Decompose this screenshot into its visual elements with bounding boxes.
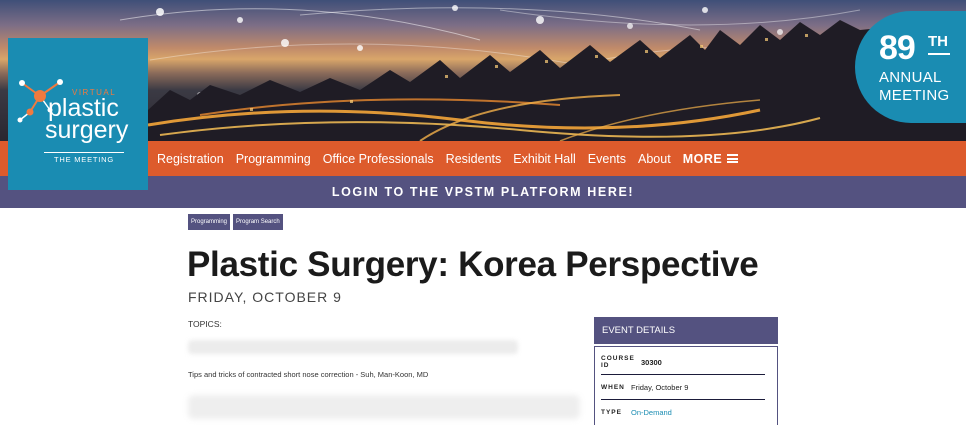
badge-divider (928, 53, 950, 55)
nav-item-about[interactable]: About (638, 152, 671, 166)
more-label: MORE (682, 151, 723, 166)
badge-suffix: TH (928, 33, 948, 50)
badge-number: 89 (879, 29, 916, 67)
nav-item-events[interactable]: Events (588, 152, 626, 166)
when-row: WHEN Friday, October 9 (601, 375, 765, 400)
type-link[interactable]: On-Demand (631, 408, 672, 417)
event-details-panel: COURSE ID 30300 WHEN Friday, October 9 T… (594, 346, 778, 425)
main-nav: Registration Programming Office Professi… (157, 141, 739, 176)
logo-subtitle: THE MEETING (44, 152, 124, 164)
nav-item-programming[interactable]: Programming (236, 152, 311, 166)
course-id-label: COURSE ID (601, 355, 635, 369)
type-label: TYPE (601, 409, 622, 416)
nav-item-exhibit-hall[interactable]: Exhibit Hall (513, 152, 576, 166)
badge-line-meeting: MEETING (879, 87, 950, 104)
talk-title: Tips and tricks of contracted short nose… (188, 370, 429, 379)
topics-label: TOPICS: (188, 319, 222, 329)
nav-item-registration[interactable]: Registration (157, 152, 224, 166)
breadcrumb-programming[interactable]: Programming (188, 214, 231, 230)
blurred-content (188, 395, 580, 419)
badge-line-annual: ANNUAL (879, 69, 942, 86)
more-menu-button[interactable]: MORE (683, 152, 739, 166)
site-logo[interactable]: VIRTUAL plastic surgery THE MEETING (8, 38, 148, 190)
when-value: Friday, October 9 (631, 382, 689, 392)
blurred-topics (188, 340, 518, 354)
login-link[interactable]: LOGIN TO THE VPSTM PLATFORM HERE! (332, 185, 634, 199)
nav-item-office-professionals[interactable]: Office Professionals (323, 152, 434, 166)
page: Registration Programming Office Professi… (0, 0, 966, 425)
event-details-header: EVENT DETAILS (594, 317, 778, 344)
event-date: FRIDAY, OCTOBER 9 (188, 289, 342, 305)
logo-word-surgery: surgery (45, 116, 129, 144)
hamburger-icon (727, 154, 739, 163)
when-label: WHEN (601, 383, 625, 391)
course-id-row: COURSE ID 30300 (601, 350, 765, 375)
type-row: TYPE On-Demand (601, 400, 765, 425)
page-title: Plastic Surgery: Korea Perspective (187, 245, 759, 284)
breadcrumb: Programming Program Search (188, 214, 283, 230)
annual-meeting-badge: 89 TH ANNUAL MEETING (855, 11, 966, 123)
nav-item-residents[interactable]: Residents (446, 152, 502, 166)
breadcrumb-program-search[interactable]: Program Search (233, 214, 283, 230)
course-id-value: 30300 (641, 357, 662, 367)
